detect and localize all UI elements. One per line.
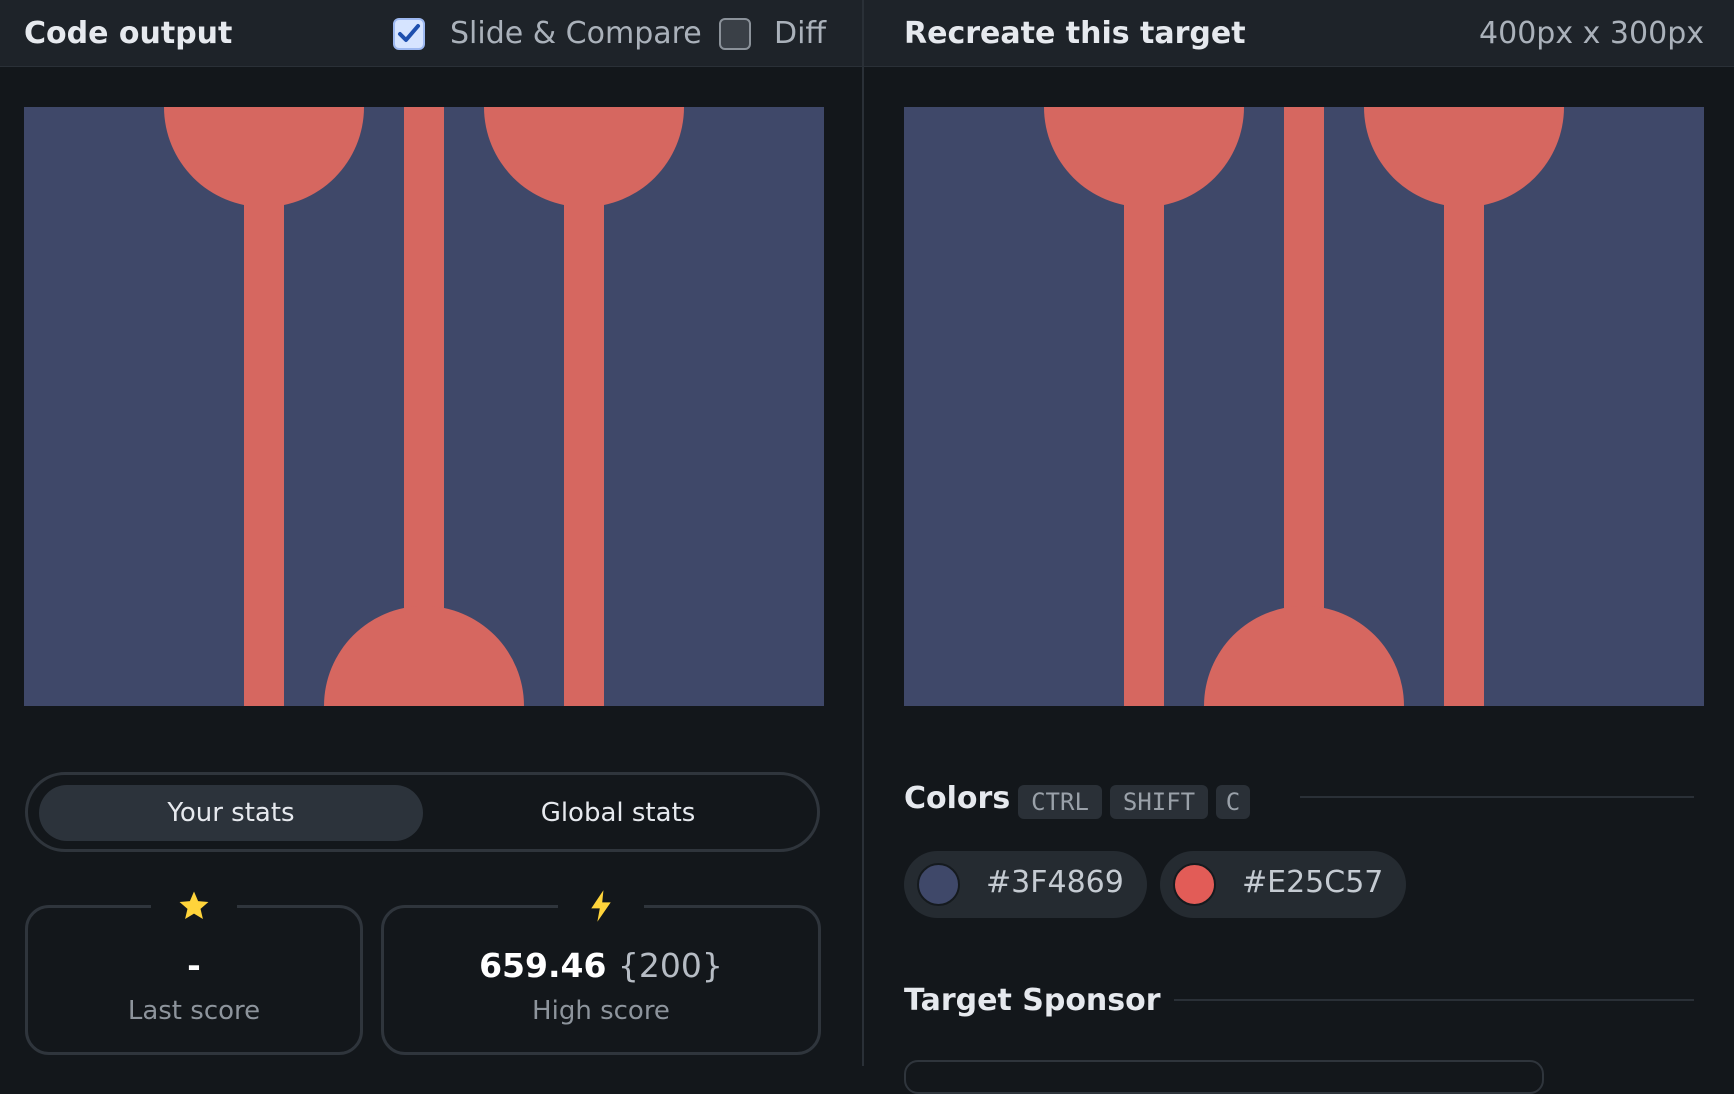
color-chip-2[interactable]: #E25C57: [1160, 851, 1406, 918]
diff-label[interactable]: Diff: [774, 16, 826, 51]
kbd-c: C: [1216, 785, 1250, 819]
code-output-canvas[interactable]: [24, 107, 824, 706]
lightning-icon: [558, 878, 644, 930]
checkmark-icon: [398, 24, 420, 42]
star-icon: [151, 878, 237, 930]
last-score-card: - Last score: [25, 878, 363, 1055]
slide-compare-label[interactable]: Slide & Compare: [450, 16, 702, 51]
kbd-ctrl: CTRL: [1018, 785, 1102, 819]
color-swatch-1: [917, 863, 960, 906]
color-hex-2: #E25C57: [1242, 865, 1384, 900]
last-score-label: Last score: [127, 996, 261, 1026]
target-size: 400px x 300px: [1479, 16, 1704, 51]
tab-your-stats[interactable]: Your stats: [39, 785, 423, 841]
last-score-value: -: [187, 946, 201, 985]
code-output-panel: Code output Slide & Compare Diff Your st…: [0, 0, 862, 1066]
high-score-number: 659.46: [479, 946, 607, 985]
sponsor-title: Target Sponsor: [904, 983, 1161, 1018]
output-render: [24, 107, 824, 706]
target-header: Recreate this target 400px x 300px: [864, 0, 1734, 67]
target-title: Recreate this target: [904, 16, 1246, 51]
sponsor-rule: [1174, 999, 1694, 1001]
stats-toggle: Your stats Global stats: [25, 772, 820, 852]
colors-title: Colors: [904, 781, 1011, 816]
target-render: [904, 107, 1704, 706]
diff-checkbox[interactable]: [719, 18, 751, 50]
code-output-header: Code output Slide & Compare Diff: [0, 0, 862, 67]
high-score-value: 659.46 {200}: [384, 946, 818, 985]
high-score-extra: {200}: [617, 946, 723, 985]
target-canvas: [904, 107, 1704, 706]
high-score-card: 659.46 {200} High score: [381, 878, 821, 1055]
color-chip-1[interactable]: #3F4869: [904, 851, 1147, 918]
sponsor-box[interactable]: [904, 1060, 1544, 1094]
color-hex-1: #3F4869: [986, 865, 1124, 900]
kbd-shift: SHIFT: [1110, 785, 1208, 819]
code-output-title: Code output: [24, 16, 233, 51]
high-score-label: High score: [532, 996, 670, 1026]
colors-rule: [1300, 796, 1694, 798]
target-panel: Recreate this target 400px x 300px Color…: [864, 0, 1734, 1094]
slide-compare-checkbox[interactable]: [393, 18, 425, 50]
tab-global-stats[interactable]: Global stats: [426, 785, 810, 841]
color-swatch-2: [1173, 863, 1216, 906]
